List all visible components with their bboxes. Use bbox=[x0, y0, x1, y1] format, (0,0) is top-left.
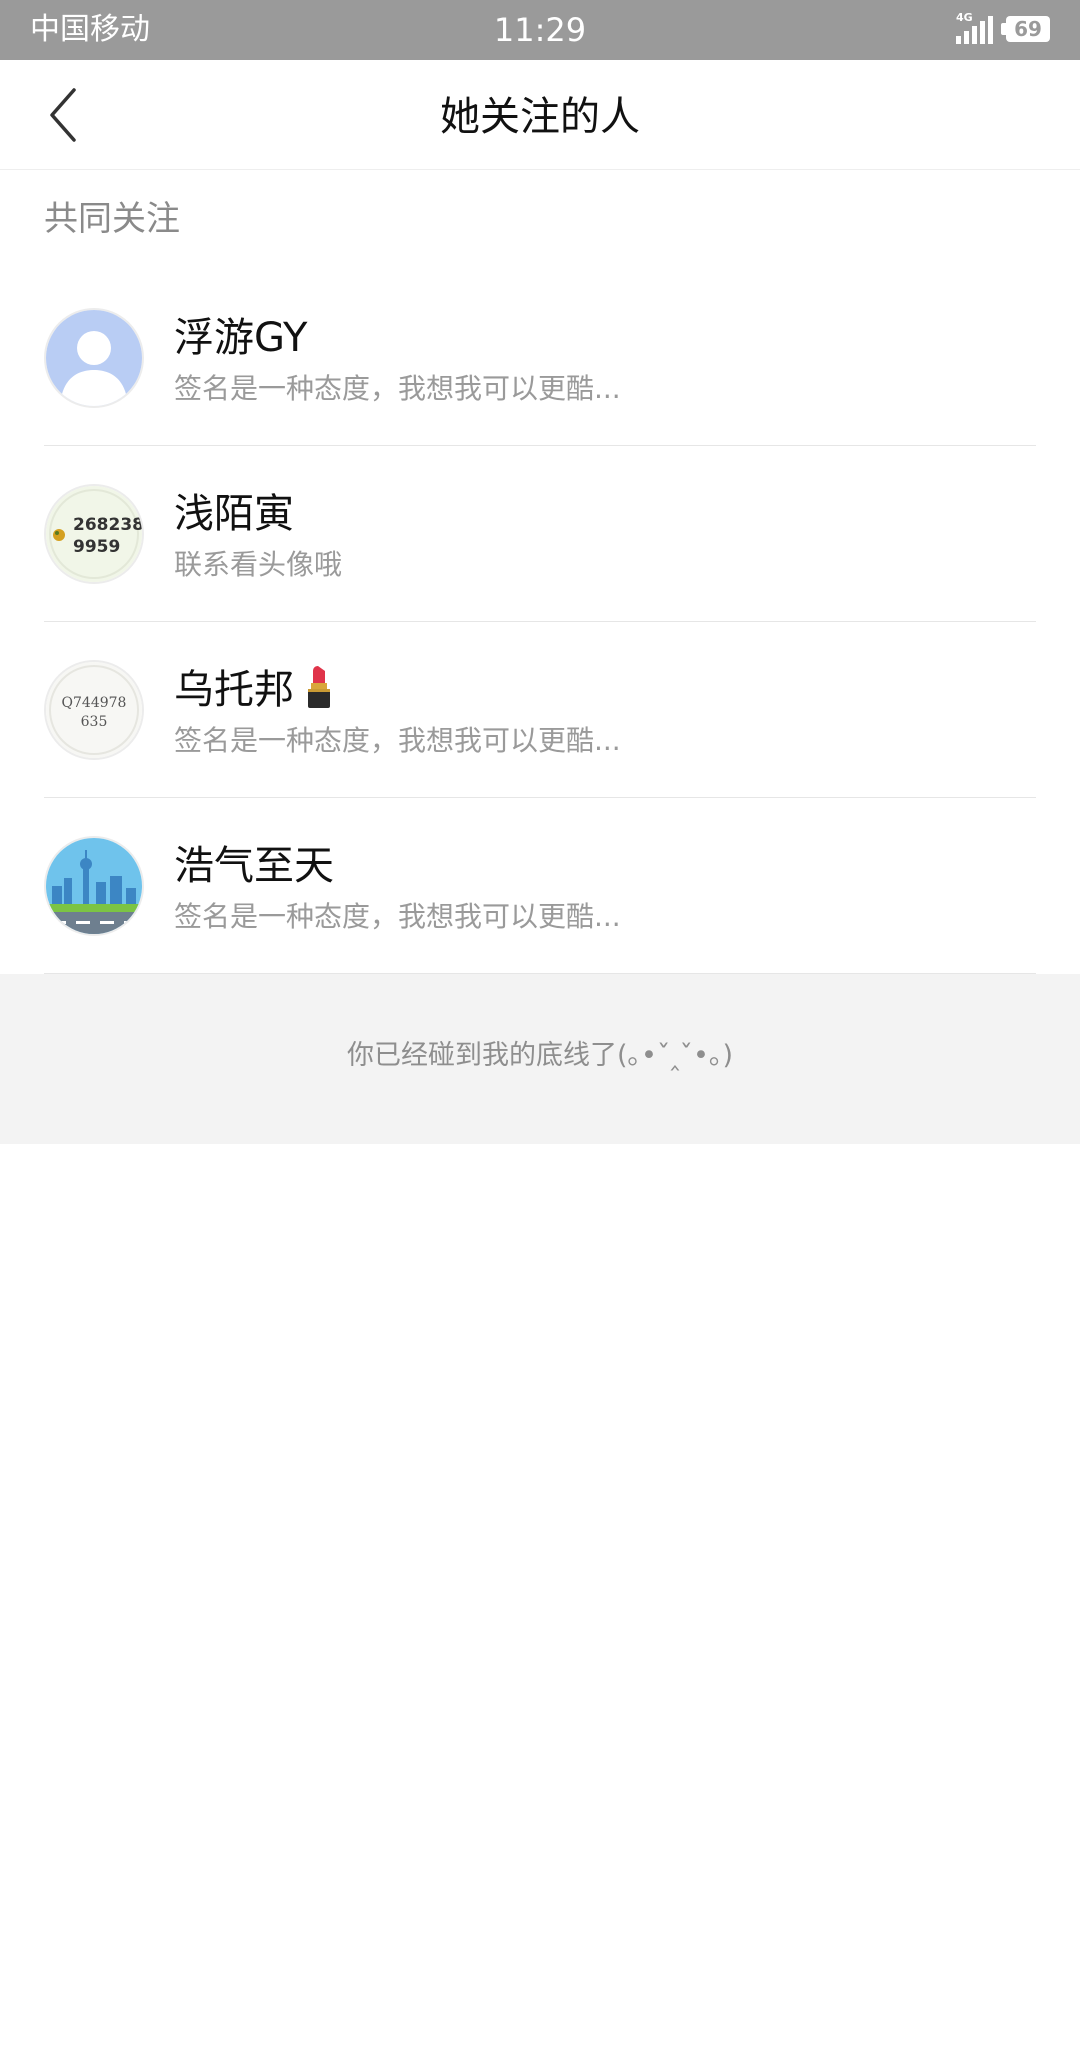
user-name: 浩气至天 bbox=[174, 843, 334, 889]
qq-number-avatar-icon: 268238 9959 bbox=[46, 486, 142, 582]
end-of-list-footer: 你已经碰到我的底线了(｡•ˇ‸ˇ•｡) bbox=[0, 974, 1080, 1144]
city-skyline-avatar-icon bbox=[46, 838, 142, 934]
user-signature: 签名是一种态度，我想我可以更酷... bbox=[174, 724, 621, 757]
status-bar: 中国移动 11:29 4G 69 bbox=[0, 0, 1080, 60]
list-item[interactable]: Q744978 635 乌托邦 签名是一种态度，我想我可以更酷... bbox=[0, 622, 1080, 798]
page-title: 她关注的人 bbox=[440, 94, 640, 140]
user-name: 乌托邦 bbox=[174, 664, 336, 716]
avatar[interactable] bbox=[44, 308, 144, 408]
list-item[interactable]: 浮游GY 签名是一种态度，我想我可以更酷... bbox=[0, 270, 1080, 446]
qq-number-avatar-icon: Q744978 635 bbox=[46, 662, 142, 758]
avatar-text-line1: 268238 bbox=[73, 515, 142, 535]
user-name: 浅陌寅 bbox=[174, 491, 294, 537]
user-signature: 联系看头像哦 bbox=[174, 548, 343, 581]
user-signature: 签名是一种态度，我想我可以更酷... bbox=[174, 900, 621, 933]
user-list: 浮游GY 签名是一种态度，我想我可以更酷... 268238 9959 浅陌寅 … bbox=[0, 270, 1080, 974]
user-signature: 签名是一种态度，我想我可以更酷... bbox=[174, 372, 621, 405]
avatar[interactable]: Q744978 635 bbox=[44, 660, 144, 760]
avatar-text-line2: 9959 bbox=[73, 537, 120, 557]
avatar[interactable]: 268238 9959 bbox=[44, 484, 144, 584]
clock: 11:29 bbox=[493, 11, 587, 49]
end-of-list-text: 你已经碰到我的底线了(｡•ˇ‸ˇ•｡) bbox=[346, 1040, 734, 1071]
list-item[interactable]: 268238 9959 浅陌寅 联系看头像哦 bbox=[0, 446, 1080, 622]
user-name: 浮游GY bbox=[174, 315, 308, 361]
list-item[interactable]: 浩气至天 签名是一种态度，我想我可以更酷... bbox=[0, 798, 1080, 974]
avatar-text-line2: 635 bbox=[81, 714, 108, 730]
lipstick-icon bbox=[308, 666, 330, 708]
avatar[interactable] bbox=[44, 836, 144, 936]
user-name-text: 乌托邦 bbox=[174, 667, 294, 713]
nav-bar: 她关注的人 bbox=[0, 60, 1080, 170]
battery-icon: 69 bbox=[1006, 16, 1050, 42]
avatar-text-line1: Q744978 bbox=[62, 695, 127, 711]
default-avatar-icon bbox=[46, 310, 142, 406]
section-header: 共同关注 bbox=[44, 199, 180, 239]
signal-icon bbox=[956, 16, 993, 44]
